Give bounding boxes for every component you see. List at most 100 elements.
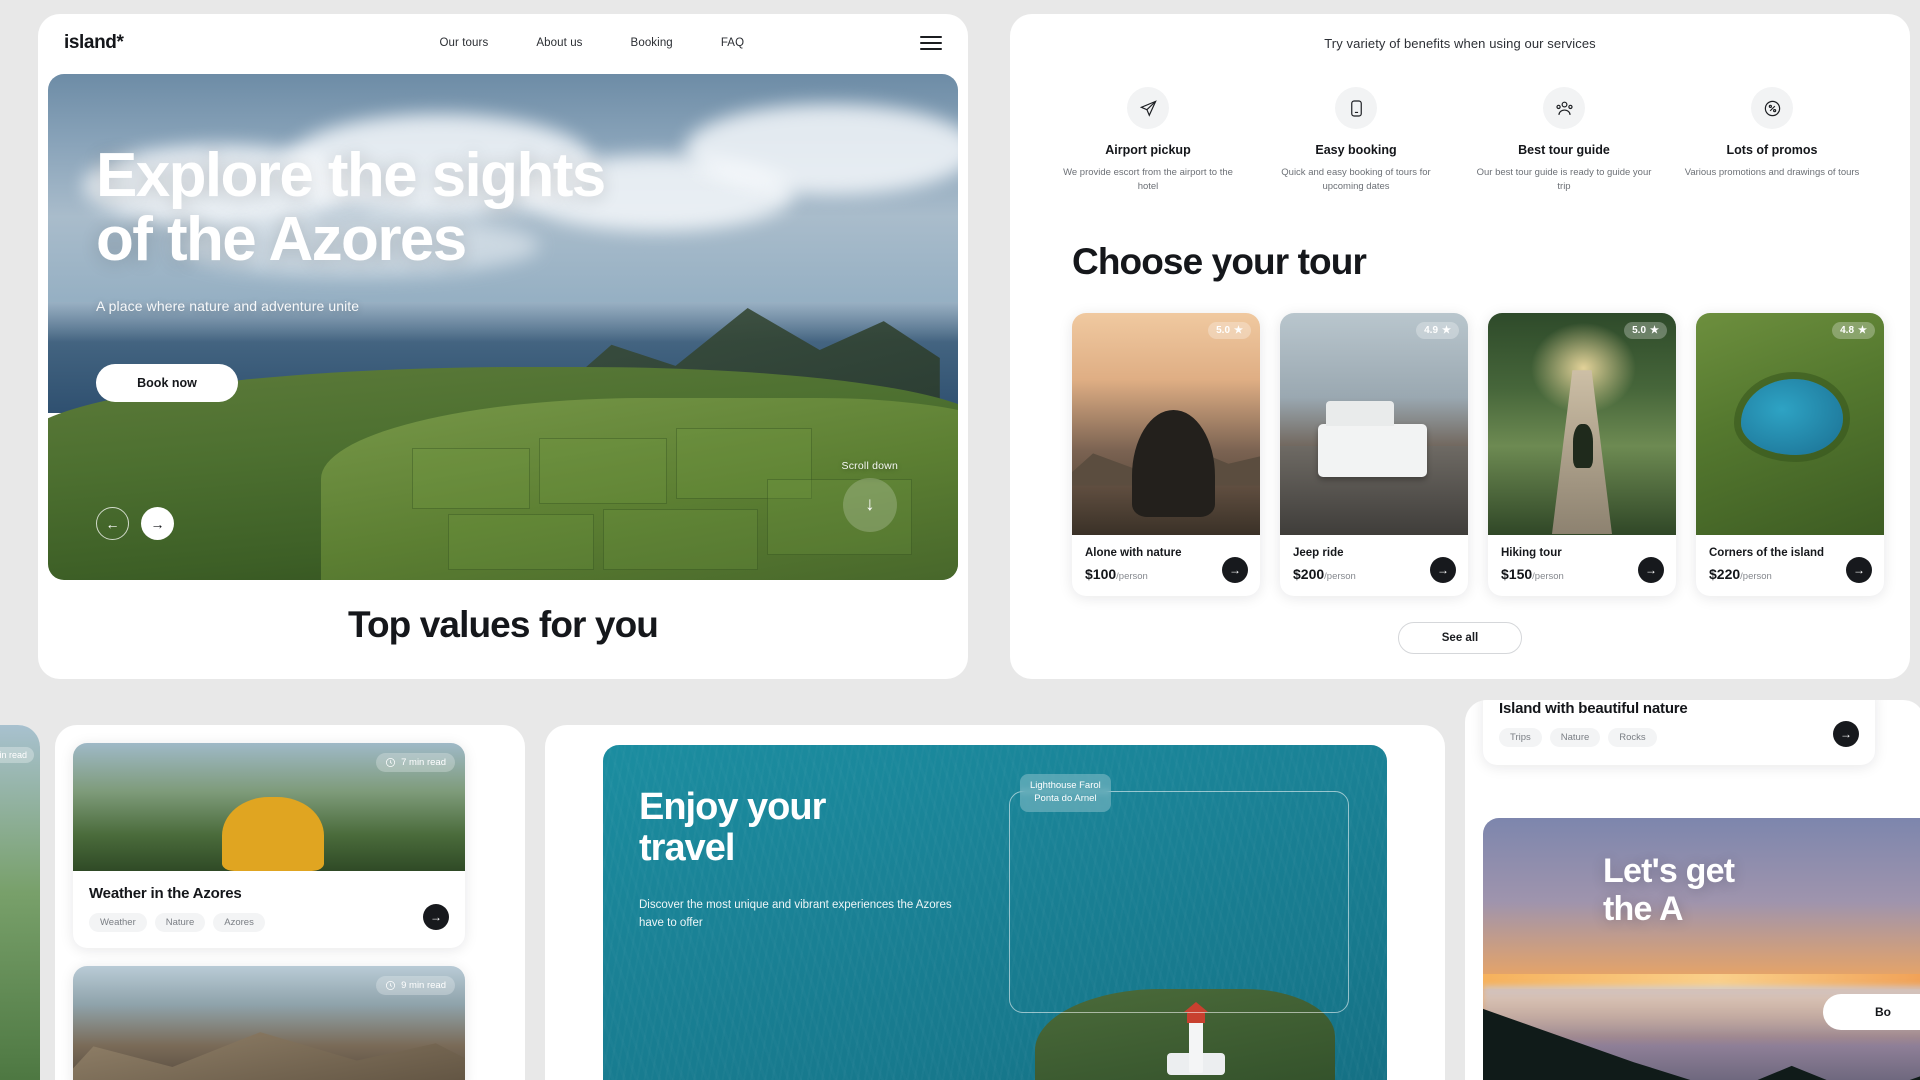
star-icon: ★ bbox=[1442, 324, 1451, 336]
hero-carousel-controls: ← → bbox=[96, 507, 174, 540]
hero-copy: Explore the sights of the Azores A place… bbox=[96, 144, 736, 314]
benefit-item: Easy booking Quick and easy booking of t… bbox=[1252, 87, 1460, 195]
tag[interactable]: Rocks bbox=[1608, 728, 1657, 747]
arrow-right-icon[interactable]: → bbox=[423, 904, 449, 930]
tag[interactable]: Nature bbox=[154, 913, 206, 932]
logo[interactable]: island* bbox=[64, 32, 124, 54]
cta-title-line-2: the A bbox=[1603, 890, 1684, 929]
benefits-heading: Try variety of benefits when using our s… bbox=[1324, 36, 1596, 51]
tag[interactable]: Azores bbox=[213, 913, 265, 932]
hero-title-line-1: Explore the sights bbox=[96, 141, 606, 210]
blog-post-card[interactable]: 9 min read bbox=[73, 966, 465, 1080]
artboard-blog: 7 min read Weather in the Azores Weather… bbox=[55, 725, 525, 1080]
artboard-tours: Try variety of benefits when using our s… bbox=[1010, 14, 1910, 679]
arrow-down-icon: ↓ bbox=[842, 478, 897, 532]
star-icon: ★ bbox=[1650, 324, 1659, 336]
enjoy-title-line-1: Enjoy your bbox=[639, 786, 826, 828]
artboard-hero: island* Our tours About us Booking FAQ E… bbox=[38, 14, 968, 679]
tour-card[interactable]: 5.0 ★ Alone with nature $100/person → bbox=[1072, 312, 1260, 596]
clock-icon bbox=[386, 981, 396, 990]
tour-card-list: 5.0 ★ Alone with nature $100/person → 4.… bbox=[1072, 312, 1910, 596]
read-time-label: 9 min read bbox=[401, 980, 446, 991]
rating-value: 4.8 bbox=[1840, 324, 1855, 336]
hero-banner: Explore the sights of the Azores A place… bbox=[48, 74, 958, 580]
nav-item-booking[interactable]: Booking bbox=[631, 37, 673, 49]
cta-title-line-1: Let's get bbox=[1603, 852, 1735, 890]
benefit-title: Easy booking bbox=[1315, 143, 1397, 157]
tag[interactable]: Nature bbox=[1549, 728, 1601, 747]
tour-price-unit: /person bbox=[1116, 570, 1148, 582]
arrow-right-icon[interactable]: → bbox=[1638, 556, 1664, 583]
cta-title: Let's get the A bbox=[1603, 852, 1920, 928]
scroll-down-label: Scroll down bbox=[841, 460, 898, 472]
tour-card[interactable]: 4.9 ★ Jeep ride $200/person → bbox=[1280, 312, 1468, 596]
tour-card[interactable]: 4.8 ★ Corners of the island $220/person … bbox=[1696, 312, 1884, 596]
nav-item-faq[interactable]: FAQ bbox=[721, 37, 744, 49]
tour-info: Hiking tour $150/person → bbox=[1488, 535, 1676, 596]
tour-card[interactable]: 5.0 ★ Hiking tour $150/person → bbox=[1488, 312, 1676, 596]
benefit-title: Airport pickup bbox=[1105, 143, 1191, 157]
map-pin-label: Lighthouse Farol Ponta do Arnel bbox=[1020, 774, 1111, 812]
blog-title: Island with beautiful nature bbox=[1499, 700, 1688, 717]
tag[interactable]: Trips bbox=[1499, 728, 1542, 747]
read-time-badge: min read bbox=[0, 747, 34, 763]
tour-price-value: $150 bbox=[1501, 565, 1533, 582]
tag[interactable]: Weather bbox=[89, 913, 147, 932]
main-nav: Our tours About us Booking FAQ bbox=[440, 37, 745, 49]
blog-info: Weather in the Azores Weather Nature Azo… bbox=[73, 871, 465, 948]
sliver-photo bbox=[0, 725, 40, 1080]
tour-name: Corners of the island bbox=[1709, 546, 1825, 559]
benefit-item: Lots of promos Various promotions and dr… bbox=[1668, 87, 1876, 195]
star-icon: ★ bbox=[1234, 324, 1243, 336]
arrow-left-icon[interactable]: ← bbox=[96, 507, 129, 540]
hero-title: Explore the sights of the Azores bbox=[96, 144, 736, 272]
nav-item-about-us[interactable]: About us bbox=[536, 37, 582, 49]
see-all-button[interactable]: See all bbox=[1398, 621, 1522, 654]
benefit-desc: Various promotions and drawings of tours bbox=[1684, 167, 1860, 178]
rating-badge: 5.0 ★ bbox=[1208, 321, 1251, 339]
tour-name: Alone with nature bbox=[1085, 546, 1182, 559]
tour-price-unit: /person bbox=[1740, 570, 1772, 582]
rating-value: 5.0 bbox=[1632, 324, 1647, 336]
arrow-right-icon[interactable]: → bbox=[1846, 556, 1872, 583]
benefit-title: Best tour guide bbox=[1518, 143, 1610, 157]
enjoy-title-line-2: travel bbox=[639, 827, 735, 870]
tour-name: Jeep ride bbox=[1293, 546, 1344, 559]
arrow-right-icon[interactable]: → bbox=[141, 507, 174, 540]
blog-photo: 7 min read bbox=[73, 743, 465, 871]
paper-plane-icon bbox=[1127, 87, 1169, 129]
blog-post-card[interactable]: 7 min read Weather in the Azores Weather… bbox=[73, 743, 465, 948]
rating-badge: 5.0 ★ bbox=[1624, 321, 1667, 339]
nav-item-our-tours[interactable]: Our tours bbox=[440, 37, 489, 49]
tag-list: Weather Nature Azores bbox=[89, 913, 449, 932]
scroll-down-control[interactable]: Scroll down ↓ bbox=[842, 460, 898, 532]
tour-price-value: $220 bbox=[1709, 565, 1741, 582]
rating-badge: 4.8 ★ bbox=[1832, 321, 1875, 339]
pin-label-line-1: Lighthouse Farol bbox=[1030, 780, 1101, 791]
hamburger-menu-icon[interactable] bbox=[920, 36, 942, 50]
arrow-right-icon[interactable]: → bbox=[1222, 556, 1248, 583]
hero-title-line-2: of the Azores bbox=[96, 204, 467, 274]
benefit-desc: We provide escort from the airport to th… bbox=[1063, 167, 1233, 193]
book-now-button[interactable]: Book now bbox=[96, 364, 238, 402]
benefit-item: Airport pickup We provide escort from th… bbox=[1044, 87, 1252, 195]
enjoy-copy: Enjoy your travel Discover the most uniq… bbox=[639, 786, 969, 933]
tour-info: Jeep ride $200/person → bbox=[1280, 535, 1468, 596]
benefit-desc: Quick and easy booking of tours for upco… bbox=[1281, 167, 1431, 193]
tour-photo: 5.0 ★ bbox=[1488, 312, 1676, 535]
clock-icon bbox=[386, 758, 396, 767]
artboard-enjoy-travel: Enjoy your travel Discover the most uniq… bbox=[545, 725, 1445, 1080]
tour-name: Hiking tour bbox=[1501, 546, 1562, 559]
rating-value: 5.0 bbox=[1216, 324, 1231, 336]
tour-price-unit: /person bbox=[1532, 570, 1564, 582]
benefit-item: Best tour guide Our best tour guide is r… bbox=[1460, 87, 1668, 195]
tag-list: Trips Nature Rocks bbox=[1499, 728, 1859, 747]
arrow-right-icon[interactable]: → bbox=[1430, 556, 1456, 583]
cta-book-button[interactable]: Bo bbox=[1823, 994, 1920, 1030]
arrow-right-icon[interactable]: → bbox=[1833, 721, 1859, 747]
hero-subtitle: A place where nature and adventure unite bbox=[96, 297, 360, 314]
top-values-heading: Top values for you bbox=[348, 604, 659, 645]
tour-price-unit: /person bbox=[1324, 570, 1356, 582]
blog-post-card[interactable]: Island with beautiful nature Trips Natur… bbox=[1483, 700, 1875, 765]
selection-frame: Lighthouse Farol Ponta do Arnel bbox=[1009, 774, 1349, 1013]
